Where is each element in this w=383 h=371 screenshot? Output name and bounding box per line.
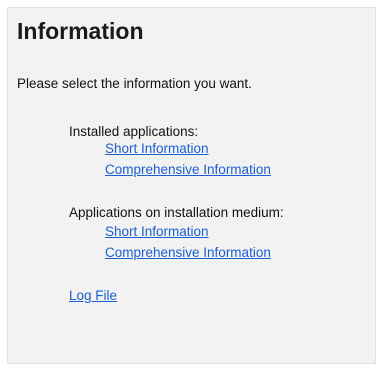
page-title: Information [17,18,144,44]
installed-applications-label: Installed applications: [69,124,199,139]
information-panel: Information Please select the informatio… [7,7,376,364]
log-file-link[interactable]: Log File [69,287,117,304]
medium-comprehensive-information-link[interactable]: Comprehensive Information [105,244,271,261]
medium-short-information-link[interactable]: Short Information [105,223,209,240]
installed-short-information-link[interactable]: Short Information [105,140,209,157]
intro-text: Please select the information you want. [17,76,252,91]
medium-applications-label: Applications on installation medium: [69,205,284,220]
installed-comprehensive-information-link[interactable]: Comprehensive Information [105,161,271,178]
